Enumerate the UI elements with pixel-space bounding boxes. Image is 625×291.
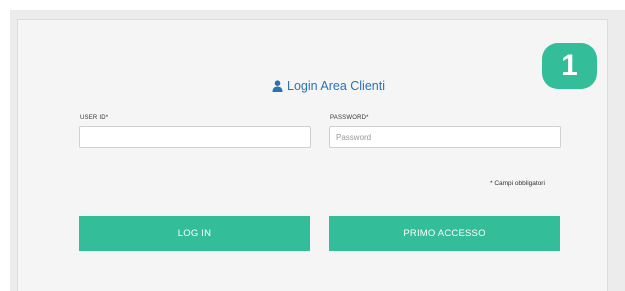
user-id-input[interactable] [79,126,311,148]
user-id-label: USER ID* [80,115,109,121]
login-title: Login Area Clienti [272,77,385,95]
first-access-button[interactable]: PRIMO ACCESSO [329,216,560,251]
password-input[interactable] [329,126,561,148]
login-title-text: Login Area Clienti [287,79,385,93]
page-top-margin [0,0,625,10]
required-fields-note: * Campi obbligatori [490,180,545,187]
step-badge: 1 [542,43,597,89]
user-icon [272,80,283,92]
password-label: PASSWORD* [330,115,369,121]
login-button[interactable]: LOG IN [79,216,310,251]
